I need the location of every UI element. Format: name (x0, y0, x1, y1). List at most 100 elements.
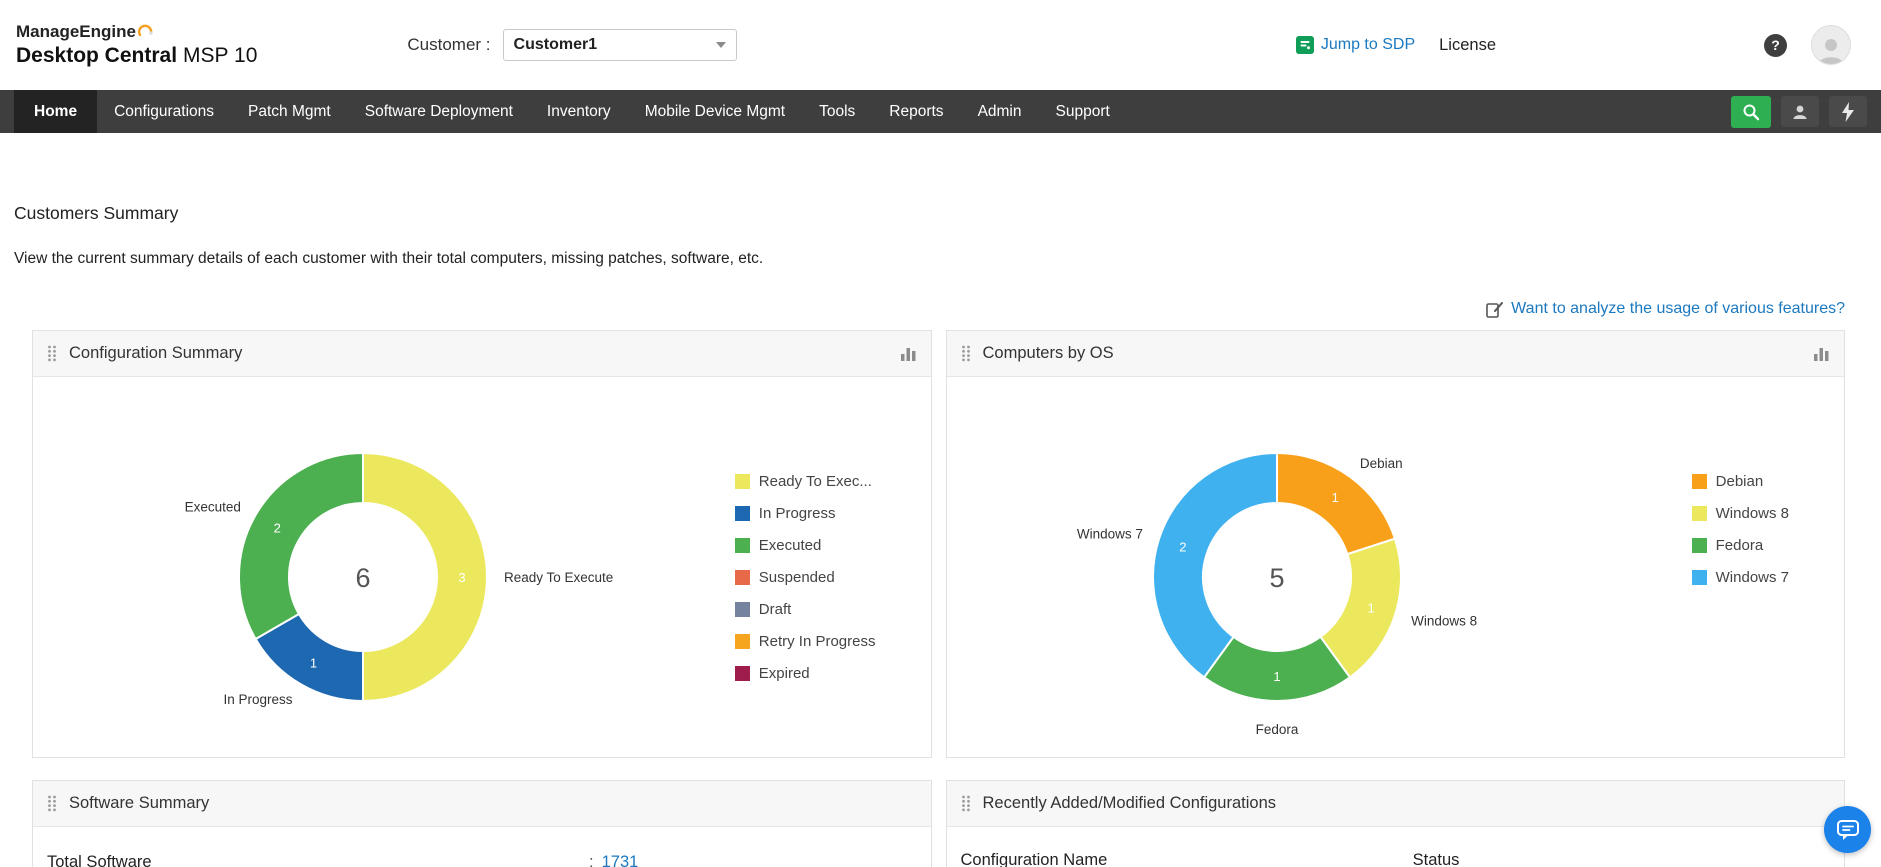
brand-product: Desktop Central MSP 10 (16, 43, 257, 69)
segment-label-windows-8: Windows 8 (1411, 614, 1477, 629)
brand-product-edition: MSP 10 (183, 44, 257, 67)
license-link[interactable]: License (1439, 36, 1496, 55)
nav-item-tools[interactable]: Tools (802, 90, 872, 133)
customer-select[interactable]: Customer1 (503, 29, 737, 61)
bar-chart-icon[interactable] (1813, 346, 1830, 361)
legend-swatch (735, 506, 750, 521)
customer-select-value: Customer1 (514, 36, 598, 54)
page-subtitle: View the current summary details of each… (14, 250, 1881, 268)
drag-handle-icon[interactable] (961, 345, 971, 362)
legend-computers-by-os: Debian Windows 8 Fedora Windows 7 (1692, 465, 1789, 593)
legend-item-ready-to-exec-: Ready To Exec... (735, 465, 876, 497)
drag-handle-icon[interactable] (47, 795, 57, 812)
brand-top-text: ManageEngine (16, 21, 136, 42)
donut-center-total: 6 (355, 563, 370, 593)
segment-value-executed: 2 (274, 521, 281, 536)
donut-chart-configuration-summary: 3Ready To Execute1In Progress2Executed6 (63, 377, 683, 757)
nav-list: HomeConfigurationsPatch MgmtSoftware Dep… (14, 90, 1127, 133)
segment-value-windows-7: 2 (1179, 539, 1186, 554)
panel-software-summary: Software Summary Total Software : 1731 (32, 780, 932, 867)
configuration-summary-chart-area: 3Ready To Execute1In Progress2Executed6 … (33, 377, 931, 757)
recent-configurations-table-header: Configuration Name Status (947, 827, 1845, 867)
donut-segment-ready-to-execute (363, 453, 487, 701)
legend-label: Windows 7 (1716, 569, 1789, 586)
panel-recent-configurations: Recently Added/Modified Configurations C… (946, 780, 1846, 867)
nav-item-admin[interactable]: Admin (961, 90, 1039, 133)
legend-swatch (1692, 538, 1707, 553)
legend-label: Suspended (759, 569, 835, 586)
help-icon[interactable]: ? (1764, 34, 1787, 57)
panel-configuration-summary: Configuration Summary 3Ready To Execute1… (32, 330, 932, 758)
search-button[interactable] (1731, 96, 1771, 128)
brand-product-name: Desktop Central (16, 44, 177, 67)
column-configuration-name: Configuration Name (961, 851, 1413, 867)
header-right: Jump to SDP License ? (1296, 25, 1851, 65)
nav-item-patch-mgmt[interactable]: Patch Mgmt (231, 90, 348, 133)
search-icon (1742, 103, 1760, 121)
donut-chart-computers-by-os: 1Debian1Windows 81Fedora2Windows 75 (977, 377, 1597, 757)
legend-swatch (735, 666, 750, 681)
legend-label: Windows 8 (1716, 505, 1789, 522)
column-status: Status (1413, 851, 1830, 867)
jump-to-sdp-link[interactable]: Jump to SDP (1296, 36, 1415, 54)
panel-header: Recently Added/Modified Configurations (947, 781, 1845, 827)
nav-item-support[interactable]: Support (1039, 90, 1127, 133)
segment-label-fedora: Fedora (1255, 722, 1298, 737)
software-summary-row: Total Software : 1731 (47, 853, 917, 867)
nav-item-inventory[interactable]: Inventory (530, 90, 628, 133)
total-software-value-link[interactable]: 1731 (602, 853, 639, 867)
legend-configuration-summary: Ready To Exec...In ProgressExecutedSuspe… (735, 465, 876, 689)
drag-handle-icon[interactable] (47, 345, 57, 362)
chat-button[interactable] (1824, 806, 1871, 853)
legend-label: Expired (759, 665, 810, 682)
segment-value-debian: 1 (1331, 490, 1338, 505)
legend-item-windows-7: Windows 7 (1692, 561, 1789, 593)
panel-title: Computers by OS (983, 344, 1114, 363)
panel-computers-by-os: Computers by OS 1Debian1Windows 81Fedora… (946, 330, 1846, 758)
nav-item-software-deployment[interactable]: Software Deployment (348, 90, 530, 133)
support-agent-button[interactable] (1781, 96, 1819, 127)
nav-item-configurations[interactable]: Configurations (97, 90, 231, 133)
legend-swatch (735, 602, 750, 617)
jump-to-sdp-label: Jump to SDP (1321, 36, 1415, 54)
customer-selector-group: Customer : Customer1 (407, 29, 736, 61)
legend-label: In Progress (759, 505, 836, 522)
legend-swatch (1692, 474, 1707, 489)
panel-title: Software Summary (69, 794, 209, 813)
nav-item-mobile-device-mgmt[interactable]: Mobile Device Mgmt (628, 90, 802, 133)
legend-item-windows-8: Windows 8 (1692, 497, 1789, 529)
nav-item-home[interactable]: Home (14, 90, 97, 133)
brand-manageengine: ManageEngine (16, 21, 257, 42)
segment-label-executed: Executed (185, 500, 241, 515)
analyze-row: Want to analyze the usage of various fea… (0, 298, 1845, 320)
donut-center-total: 5 (1269, 563, 1284, 593)
segment-label-windows-7: Windows 7 (1076, 526, 1142, 541)
segment-label-in-progress: In Progress (223, 692, 292, 707)
quick-actions-button[interactable] (1829, 96, 1867, 127)
donut-segment-executed (239, 453, 363, 639)
legend-item-fedora: Fedora (1692, 529, 1789, 561)
legend-swatch (1692, 506, 1707, 521)
bar-chart-icon[interactable] (900, 346, 917, 361)
agent-icon (1791, 103, 1809, 121)
separator: : (589, 853, 594, 867)
legend-label: Draft (759, 601, 792, 618)
panel-header: Configuration Summary (33, 331, 931, 377)
logo-swoosh-icon (138, 24, 154, 40)
panel-header: Computers by OS (947, 331, 1845, 377)
legend-item-debian: Debian (1692, 465, 1789, 497)
bottom-panels-row: Software Summary Total Software : 1731 (32, 780, 1845, 867)
chat-icon (1836, 819, 1860, 841)
analyze-usage-link[interactable]: Want to analyze the usage of various fea… (1511, 300, 1845, 318)
panel-header: Software Summary (33, 781, 931, 827)
legend-label: Ready To Exec... (759, 473, 872, 490)
legend-swatch (735, 634, 750, 649)
legend-item-retry-in-progress: Retry In Progress (735, 625, 876, 657)
total-software-label: Total Software (47, 853, 589, 867)
segment-value-windows-8: 1 (1367, 601, 1374, 616)
nav-item-reports[interactable]: Reports (872, 90, 960, 133)
segment-value-ready-to-execute: 3 (458, 570, 465, 585)
drag-handle-icon[interactable] (961, 795, 971, 812)
avatar[interactable] (1811, 25, 1851, 65)
legend-swatch (1692, 570, 1707, 585)
